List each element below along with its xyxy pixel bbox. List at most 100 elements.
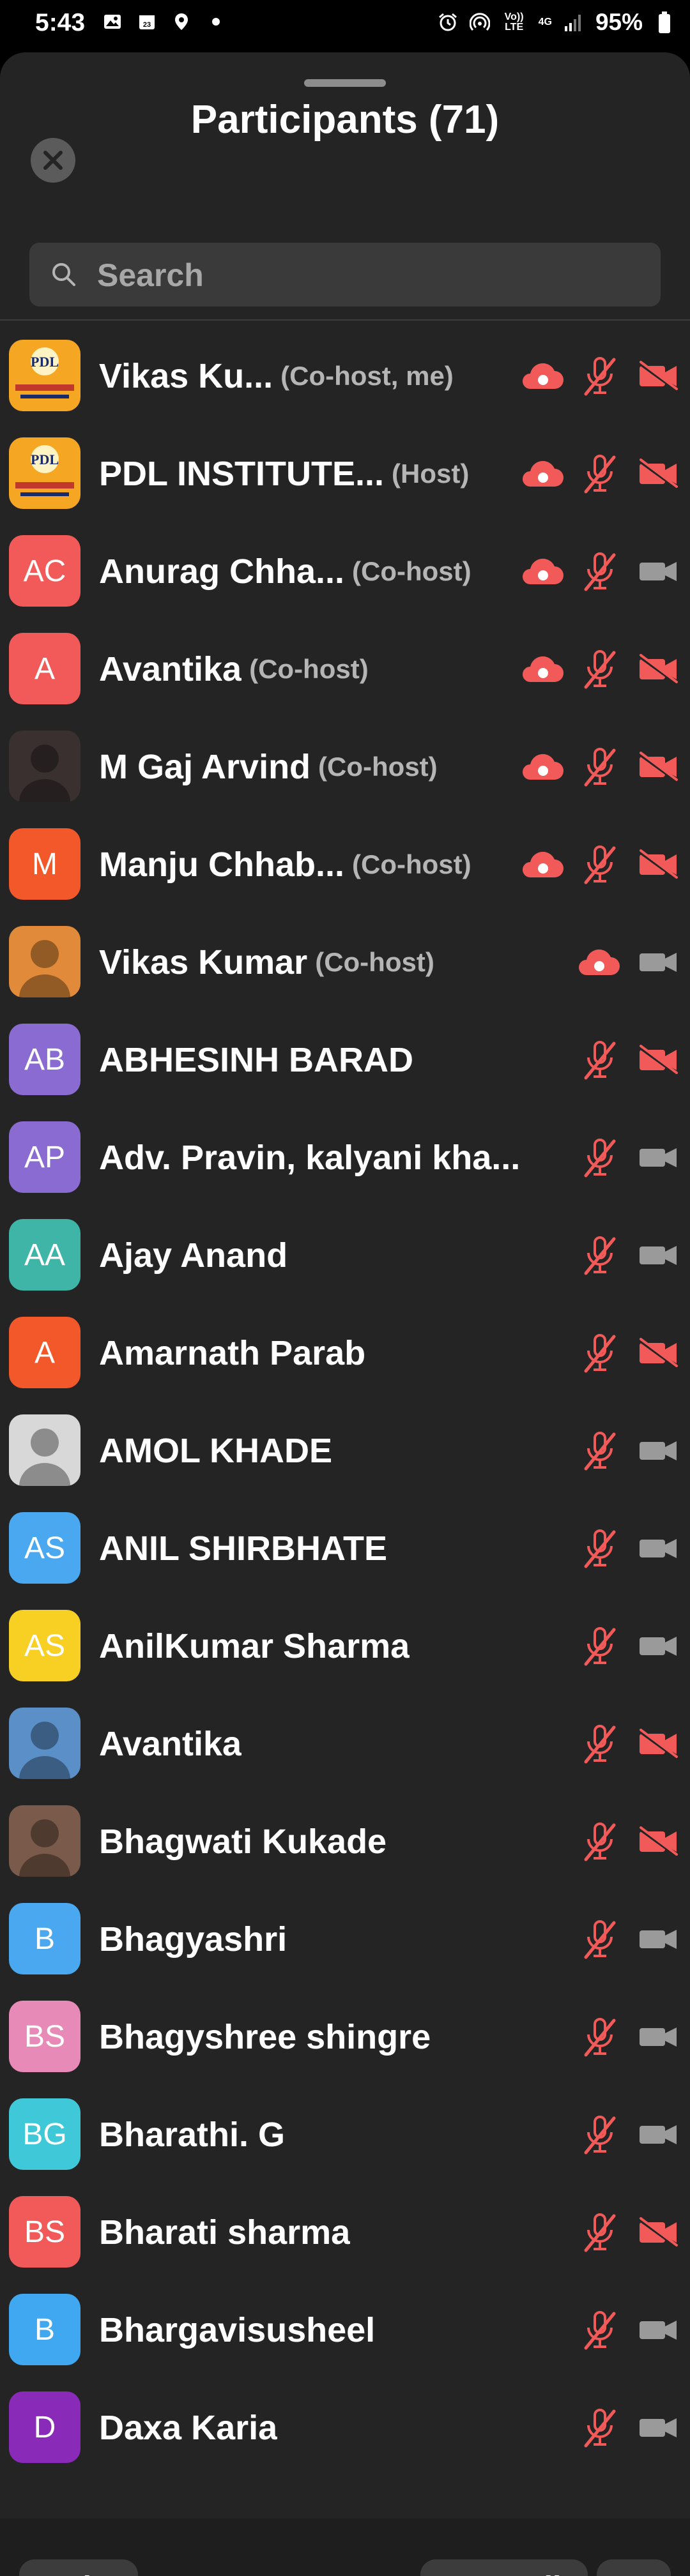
more-options-button[interactable]: ···: [597, 2559, 671, 2576]
participant-row[interactable]: AA Ajay Anand: [0, 1206, 690, 1304]
participant-row[interactable]: Bhagwati Kukade: [0, 1792, 690, 1890]
participant-name-group: Bhagwati Kukade: [99, 1792, 387, 1890]
avatar: B: [9, 1903, 80, 1974]
participant-row[interactable]: AMOL KHADE: [0, 1402, 690, 1499]
avatar: [9, 926, 80, 997]
participant-name-group: Manju Chhab... (Co-host): [99, 815, 471, 913]
mic-muted-icon[interactable]: [578, 1428, 622, 1473]
participant-row[interactable]: A Amarnath Parab: [0, 1304, 690, 1402]
battery-percent: 95%: [595, 9, 643, 35]
participant-row[interactable]: BS Bharati sharma: [0, 2183, 690, 2281]
invite-button[interactable]: Invite: [19, 2559, 138, 2576]
mic-muted-icon[interactable]: [578, 2308, 622, 2352]
video-off-icon[interactable]: [636, 2210, 680, 2255]
mic-muted-icon[interactable]: [578, 1233, 622, 1278]
participant-row[interactable]: AS AnilKumar Sharma: [0, 1597, 690, 1695]
participant-name: PDL INSTITUTE...: [99, 454, 385, 493]
video-off-icon[interactable]: [636, 842, 680, 887]
video-icon[interactable]: [636, 940, 680, 985]
participant-row[interactable]: PDL PDL INSTITUTE... (Host): [0, 425, 690, 522]
avatar: AS: [9, 1610, 80, 1681]
search-bar[interactable]: [29, 243, 661, 308]
participant-row[interactable]: BS Bhagyshree shingre: [0, 1988, 690, 2086]
mic-muted-icon[interactable]: [578, 1135, 622, 1180]
mic-muted-icon[interactable]: [578, 1917, 622, 1962]
mic-muted-icon[interactable]: [578, 451, 622, 496]
cloud-record-icon: [516, 842, 567, 887]
mic-muted-icon[interactable]: [578, 1819, 622, 1864]
video-icon[interactable]: [636, 1917, 680, 1962]
volte-label: Vo)) LTE: [504, 11, 524, 33]
participant-name-group: Adv. Pravin, kalyani kha...: [99, 1109, 520, 1206]
mic-muted-icon[interactable]: [578, 1038, 622, 1082]
video-icon[interactable]: [636, 2015, 680, 2059]
mic-muted-icon[interactable]: [578, 2015, 622, 2059]
mic-muted-icon[interactable]: [578, 745, 622, 789]
participant-list: PDL Vikas Ku... (Co-host, me) PDL PDL INSTIT…: [0, 327, 690, 2476]
avatar: BS: [9, 2001, 80, 2072]
video-off-icon[interactable]: [636, 1722, 680, 1766]
mic-muted-icon[interactable]: [578, 1331, 622, 1375]
video-off-icon[interactable]: [636, 1819, 680, 1864]
video-icon[interactable]: [636, 1135, 680, 1180]
video-icon[interactable]: [636, 1624, 680, 1669]
close-button[interactable]: [31, 138, 75, 183]
participant-row[interactable]: B Bhargavisusheel: [0, 2281, 690, 2379]
avatar: AA: [9, 1219, 80, 1291]
participant-role: (Co-host): [352, 556, 471, 586]
video-icon[interactable]: [636, 2308, 680, 2352]
video-off-icon[interactable]: [636, 745, 680, 789]
participant-name-group: Bharati sharma: [99, 2183, 350, 2281]
mic-muted-icon[interactable]: [578, 647, 622, 692]
avatar: [9, 1708, 80, 1779]
drag-handle[interactable]: [304, 79, 386, 87]
video-icon[interactable]: [636, 1428, 680, 1473]
video-icon[interactable]: [636, 1233, 680, 1278]
video-off-icon[interactable]: [636, 451, 680, 496]
participant-row[interactable]: BG Bharathi. G: [0, 2086, 690, 2183]
video-icon[interactable]: [636, 2112, 680, 2157]
mic-muted-icon[interactable]: [578, 1526, 622, 1571]
participant-row[interactable]: A Avantika (Co-host): [0, 620, 690, 718]
video-icon[interactable]: [636, 549, 680, 594]
participant-name-group: Vikas Ku... (Co-host, me): [99, 327, 454, 425]
mic-muted-icon[interactable]: [578, 354, 622, 398]
participant-row[interactable]: M Manju Chhab... (Co-host): [0, 815, 690, 913]
cloud-record-icon: [516, 354, 567, 398]
video-off-icon[interactable]: [636, 1331, 680, 1375]
video-off-icon[interactable]: [636, 647, 680, 692]
mic-muted-icon[interactable]: [578, 1722, 622, 1766]
participant-row[interactable]: AS ANIL SHIRBHATE: [0, 1499, 690, 1597]
mic-muted-icon[interactable]: [578, 842, 622, 887]
participant-row[interactable]: Vikas Kumar (Co-host): [0, 913, 690, 1011]
participant-row[interactable]: Avantika: [0, 1695, 690, 1792]
participant-row[interactable]: B Bhagyashri: [0, 1890, 690, 1988]
mic-muted-icon[interactable]: [578, 2210, 622, 2255]
network-type-label: 4G: [538, 17, 552, 27]
participant-row[interactable]: AP Adv. Pravin, kalyani kha...: [0, 1109, 690, 1206]
mic-muted-icon[interactable]: [578, 2112, 622, 2157]
video-off-icon[interactable]: [636, 354, 680, 398]
location-icon: [171, 11, 192, 32]
video-icon[interactable]: [636, 1526, 680, 1571]
search-input[interactable]: [96, 243, 648, 308]
mute-all-button[interactable]: Mute all: [420, 2559, 588, 2576]
video-icon[interactable]: [636, 2406, 680, 2450]
hotspot-icon: [469, 12, 490, 33]
mic-muted-icon[interactable]: [578, 1624, 622, 1669]
alarm-icon: [438, 12, 458, 33]
participant-row[interactable]: M Gaj Arvind (Co-host): [0, 718, 690, 815]
participant-name-group: Bhargavisusheel: [99, 2281, 375, 2379]
mic-muted-icon[interactable]: [578, 2406, 622, 2450]
participant-row[interactable]: D Daxa Karia: [0, 2379, 690, 2476]
participant-name: M Gaj Arvind: [99, 747, 311, 786]
participant-row[interactable]: PDL Vikas Ku... (Co-host, me): [0, 327, 690, 425]
mic-muted-icon[interactable]: [578, 549, 622, 594]
participant-row[interactable]: AC Anurag Chha... (Co-host): [0, 522, 690, 620]
cloud-record-icon: [516, 451, 567, 496]
battery-icon: [654, 11, 675, 33]
video-off-icon[interactable]: [636, 1038, 680, 1082]
participant-row[interactable]: AB ABHESINH BARAD: [0, 1011, 690, 1109]
participant-name-group: ANIL SHIRBHATE: [99, 1499, 387, 1597]
status-time: 5:43: [35, 9, 86, 36]
